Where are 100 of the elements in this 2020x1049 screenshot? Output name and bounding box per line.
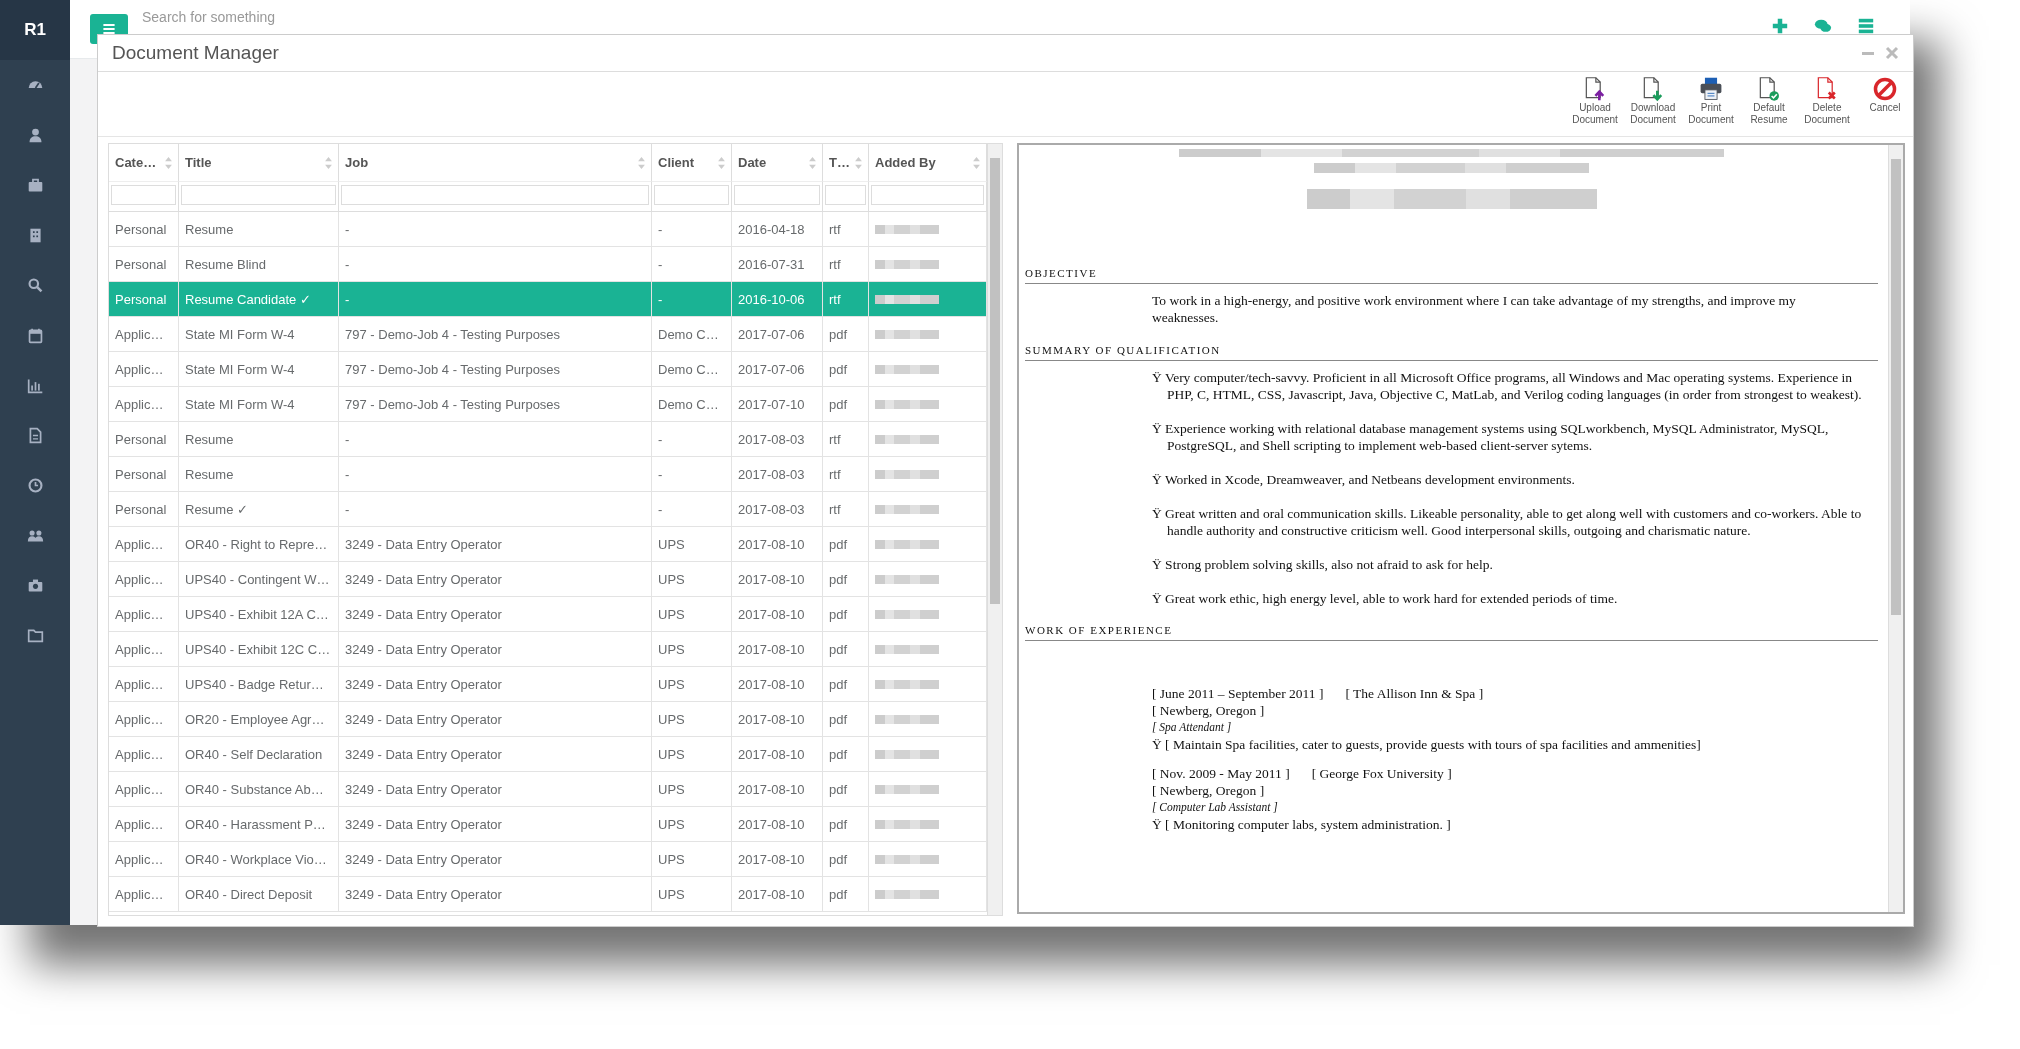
- table-cell[interactable]: 797 - Demo-Job 4 - Testing Purposes: [339, 352, 652, 387]
- table-cell[interactable]: -: [652, 457, 732, 492]
- toolbar-button[interactable]: Print Document: [1683, 76, 1739, 126]
- clock-icon[interactable]: [26, 476, 44, 494]
- sort-icon[interactable]: [809, 156, 816, 169]
- table-cell[interactable]: UPS: [652, 807, 732, 842]
- table-cell[interactable]: 2017-08-03: [732, 422, 823, 457]
- table-cell[interactable]: Applic…: [109, 737, 179, 772]
- table-cell[interactable]: pdf: [823, 352, 869, 387]
- sort-icon[interactable]: [718, 156, 725, 169]
- table-cell[interactable]: 3249 - Data Entry Operator: [339, 842, 652, 877]
- table-cell[interactable]: rtf: [823, 212, 869, 247]
- table-cell[interactable]: -: [652, 422, 732, 457]
- table-cell[interactable]: 2017-08-10: [732, 877, 823, 912]
- table-cell[interactable]: pdf: [823, 562, 869, 597]
- sort-icon[interactable]: [325, 156, 332, 169]
- table-cell[interactable]: Resume: [179, 422, 339, 457]
- column-header[interactable]: Added By: [869, 144, 987, 182]
- table-cell[interactable]: 3249 - Data Entry Operator: [339, 702, 652, 737]
- table-cell[interactable]: UPS: [652, 527, 732, 562]
- table-cell[interactable]: Demo C…: [652, 387, 732, 422]
- table-cell[interactable]: Applic…: [109, 632, 179, 667]
- table-cell[interactable]: Applic…: [109, 702, 179, 737]
- cancel-button[interactable]: Cancel: [1857, 76, 1913, 114]
- table-cell[interactable]: OR40 - Workplace Vio…: [179, 842, 339, 877]
- table-cell[interactable]: pdf: [823, 317, 869, 352]
- briefcase-icon[interactable]: [26, 176, 44, 194]
- sort-icon[interactable]: [855, 156, 862, 169]
- table-cell[interactable]: pdf: [823, 597, 869, 632]
- table-cell[interactable]: State MI Form W-4: [179, 317, 339, 352]
- table-cell[interactable]: rtf: [823, 457, 869, 492]
- table-cell[interactable]: Applic…: [109, 877, 179, 912]
- table-cell[interactable]: State MI Form W-4: [179, 352, 339, 387]
- close-icon[interactable]: [1885, 46, 1899, 60]
- table-cell[interactable]: UPS: [652, 702, 732, 737]
- table-cell[interactable]: 2017-08-10: [732, 842, 823, 877]
- table-cell[interactable]: 2017-08-10: [732, 527, 823, 562]
- table-cell[interactable]: UPS40 - Contingent W…: [179, 562, 339, 597]
- filter-field[interactable]: [181, 185, 336, 205]
- table-cell[interactable]: UPS: [652, 737, 732, 772]
- table-cell[interactable]: OR40 - Substance Ab…: [179, 772, 339, 807]
- table-cell[interactable]: Applic…: [109, 352, 179, 387]
- table-cell[interactable]: OR40 - Right to Repre…: [179, 527, 339, 562]
- table-cell[interactable]: UPS: [652, 562, 732, 597]
- table-cell[interactable]: Applic…: [109, 597, 179, 632]
- scrollbar[interactable]: [1888, 145, 1903, 912]
- table-cell[interactable]: UPS40 - Exhibit 12A C…: [179, 597, 339, 632]
- server-icon[interactable]: [1857, 17, 1875, 35]
- table-cell[interactable]: Demo C…: [652, 352, 732, 387]
- table-cell[interactable]: 2017-08-10: [732, 807, 823, 842]
- table-cell[interactable]: Personal: [109, 457, 179, 492]
- table-cell[interactable]: UPS: [652, 632, 732, 667]
- sort-icon[interactable]: [638, 156, 645, 169]
- table-cell[interactable]: 2017-08-10: [732, 772, 823, 807]
- table-cell[interactable]: Applic…: [109, 667, 179, 702]
- table-cell[interactable]: -: [652, 212, 732, 247]
- sort-icon[interactable]: [165, 156, 172, 169]
- sort-icon[interactable]: [973, 156, 980, 169]
- table-cell[interactable]: Applic…: [109, 387, 179, 422]
- table-cell[interactable]: 2017-08-10: [732, 702, 823, 737]
- table-cell[interactable]: UPS: [652, 597, 732, 632]
- filter-field[interactable]: [654, 185, 729, 205]
- column-header[interactable]: Date: [732, 144, 823, 182]
- table-cell[interactable]: 2016-04-18: [732, 212, 823, 247]
- table-cell[interactable]: 3249 - Data Entry Operator: [339, 737, 652, 772]
- table-cell[interactable]: Personal: [109, 422, 179, 457]
- filter-field[interactable]: [871, 185, 984, 205]
- table-cell[interactable]: Applic…: [109, 772, 179, 807]
- table-cell[interactable]: 797 - Demo-Job 4 - Testing Purposes: [339, 387, 652, 422]
- column-header[interactable]: T…: [823, 144, 869, 182]
- column-header[interactable]: Client: [652, 144, 732, 182]
- column-header[interactable]: Cate…: [109, 144, 179, 182]
- table-cell[interactable]: State MI Form W-4: [179, 387, 339, 422]
- table-cell[interactable]: Applic…: [109, 527, 179, 562]
- table-cell[interactable]: 3249 - Data Entry Operator: [339, 632, 652, 667]
- plus-icon[interactable]: [1771, 17, 1789, 35]
- table-cell[interactable]: Applic…: [109, 807, 179, 842]
- table-cell[interactable]: OR40 - Self Declaration: [179, 737, 339, 772]
- table-cell[interactable]: 3249 - Data Entry Operator: [339, 667, 652, 702]
- table-cell[interactable]: UPS: [652, 667, 732, 702]
- filter-field[interactable]: [734, 185, 820, 205]
- table-cell[interactable]: Resume: [179, 457, 339, 492]
- table-cell[interactable]: UPS: [652, 772, 732, 807]
- table-cell[interactable]: -: [339, 492, 652, 527]
- table-cell[interactable]: 3249 - Data Entry Operator: [339, 527, 652, 562]
- table-cell[interactable]: pdf: [823, 702, 869, 737]
- table-cell[interactable]: 2017-08-10: [732, 562, 823, 597]
- table-cell[interactable]: pdf: [823, 737, 869, 772]
- table-cell[interactable]: pdf: [823, 772, 869, 807]
- scrollbar[interactable]: [987, 144, 1002, 915]
- table-cell[interactable]: 2017-08-10: [732, 632, 823, 667]
- table-cell[interactable]: 2017-08-10: [732, 737, 823, 772]
- table-cell[interactable]: 2017-07-06: [732, 317, 823, 352]
- table-cell[interactable]: UPS: [652, 877, 732, 912]
- table-cell[interactable]: pdf: [823, 807, 869, 842]
- table-cell[interactable]: UPS40 - Badge Retur…: [179, 667, 339, 702]
- table-cell[interactable]: 3249 - Data Entry Operator: [339, 807, 652, 842]
- table-cell[interactable]: Applic…: [109, 562, 179, 597]
- table-cell[interactable]: OR40 - Direct Deposit: [179, 877, 339, 912]
- table-cell[interactable]: Applic…: [109, 842, 179, 877]
